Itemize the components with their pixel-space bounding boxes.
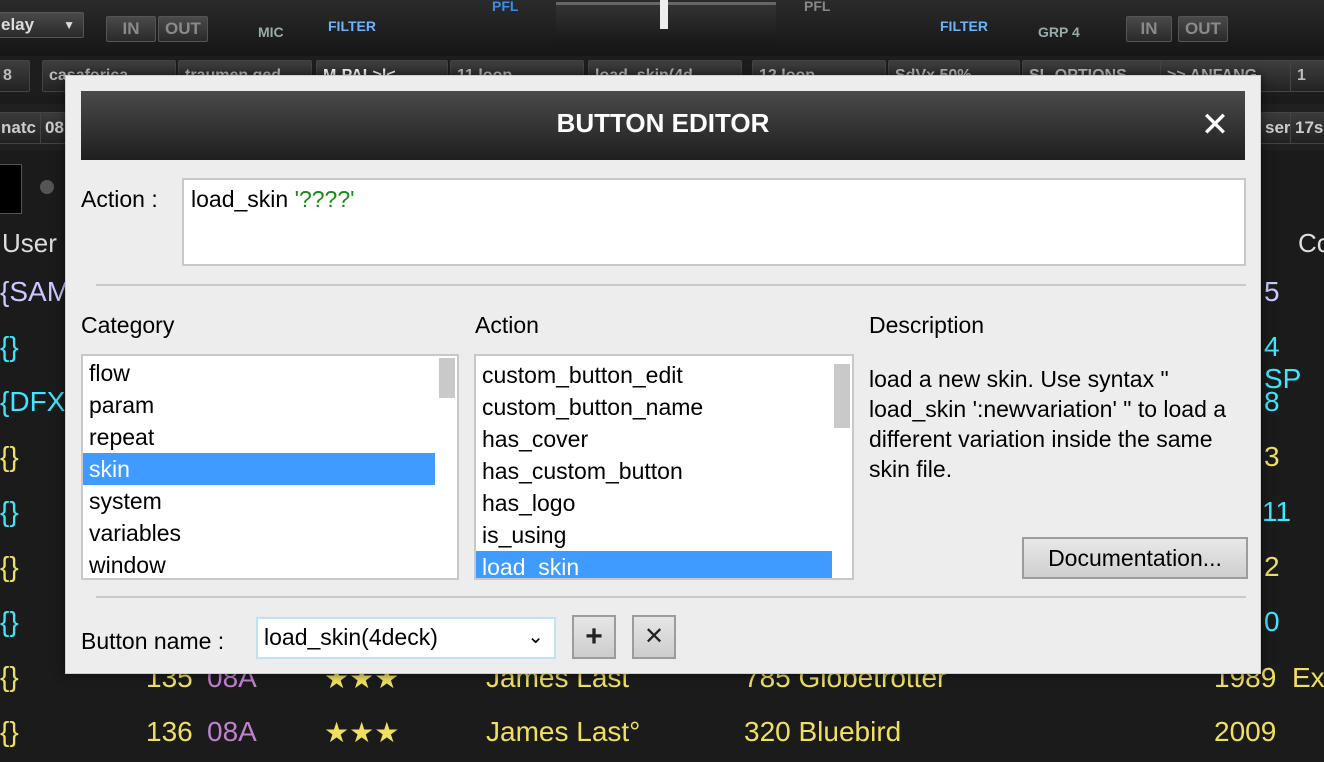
search-box[interactable] [0, 164, 22, 214]
action-scrollbar[interactable] [834, 364, 850, 428]
category-item-skin[interactable]: skin [83, 453, 435, 485]
pfl-right-button[interactable]: PFL [804, 0, 830, 14]
dialog-titlebar[interactable]: BUTTON EDITOR ✕ [81, 91, 1245, 160]
category-item-repeat[interactable]: repeat [83, 421, 457, 453]
track-rating: ★★★ [324, 717, 400, 748]
category-item-flow[interactable]: flow [83, 357, 457, 389]
out-right-button[interactable]: OUT [1178, 16, 1228, 42]
in-left-button[interactable]: IN [106, 16, 156, 42]
small-button[interactable]: 17s [1290, 112, 1324, 144]
button-name-select[interactable]: load_skin(4deck) ⌄ [256, 617, 556, 659]
delete-button[interactable]: ✕ [632, 615, 676, 659]
dialog-title: BUTTON EDITOR [556, 108, 770, 138]
list-item: {} [0, 496, 19, 527]
action-item[interactable]: has_custom_button [476, 455, 852, 487]
chevron-down-icon: ⌄ [527, 626, 544, 648]
documentation-button[interactable]: Documentation... [1022, 537, 1248, 579]
category-list[interactable]: flow param repeat skin system variables … [81, 354, 459, 580]
custom-button[interactable]: 1 [1290, 60, 1324, 92]
track-year: 2009 [1214, 716, 1277, 747]
deck-select-label: elay [1, 15, 35, 34]
action-list[interactable]: custom_button_edit custom_button_name ha… [474, 354, 854, 580]
action-list-label: Action [475, 312, 539, 338]
list-item: 2 [1264, 551, 1280, 582]
filter-right-label: FILTER [940, 18, 988, 34]
category-label: Category [81, 312, 175, 338]
action-item[interactable]: has_cover [476, 423, 852, 455]
category-item-param[interactable]: param [83, 389, 457, 421]
action-argument-text: '????' [294, 186, 355, 212]
crossfader[interactable] [556, 0, 776, 41]
list-item: {DFX [0, 386, 66, 417]
list-item: {} [0, 551, 19, 582]
category-item-window[interactable]: window [83, 549, 457, 578]
column-header-user[interactable]: User [2, 228, 57, 259]
add-button[interactable]: + [572, 615, 616, 659]
list-item: 8 [1264, 386, 1280, 417]
list-item: 0 [1264, 606, 1280, 637]
track-number: 136 [146, 716, 193, 747]
button-name-label: Button name : [81, 628, 225, 654]
list-item: 5 [1264, 276, 1280, 307]
description-text: load a new skin. Use syntax " load_skin … [869, 366, 1227, 482]
list-item: {} [0, 441, 19, 472]
action-label: Action : [81, 186, 158, 212]
action-input[interactable]: load_skin '????' [182, 178, 1246, 266]
action-item[interactable]: custom_button_edit [476, 359, 852, 391]
category-item-system[interactable]: system [83, 485, 457, 517]
list-item: {SAM [0, 276, 71, 307]
track-key: 08A [207, 716, 257, 747]
track-extra: Ex [1292, 662, 1324, 693]
description-label: Description [869, 312, 985, 338]
filter-left-label: FILTER [328, 18, 376, 34]
button-editor-dialog: BUTTON EDITOR ✕ Action : load_skin '????… [65, 75, 1261, 674]
divider [96, 284, 1246, 286]
action-item[interactable]: has_logo [476, 487, 852, 519]
category-item-variables[interactable]: variables [83, 517, 457, 549]
radio-dot-icon[interactable] [40, 180, 54, 194]
button-name-value: load_skin(4deck) [264, 624, 438, 650]
list-item: {} [0, 331, 19, 362]
table-row[interactable]: 136 08A ★★★ James Last° 320 Bluebird 200… [0, 708, 1324, 762]
action-item-load-skin[interactable]: load_skin [476, 551, 832, 578]
divider [96, 596, 1246, 598]
pfl-left-button[interactable]: PFL [492, 0, 518, 14]
small-button[interactable]: natc [0, 112, 44, 144]
list-item: {} [0, 606, 19, 637]
in-right-button[interactable]: IN [1126, 16, 1172, 42]
action-command-text: load_skin [191, 186, 295, 212]
close-icon[interactable]: ✕ [1195, 105, 1235, 145]
custom-button[interactable]: 8 [0, 60, 30, 92]
deck-select[interactable]: elay ▼ [0, 12, 84, 38]
mic-label: MIC [258, 24, 284, 40]
list-item: 11 [1262, 496, 1292, 527]
list-item: 3 [1264, 441, 1280, 472]
column-header-right[interactable]: Co [1298, 228, 1324, 259]
action-item[interactable]: custom_button_name [476, 391, 852, 423]
track-artist: James Last° [486, 716, 641, 747]
deck-toolbar: elay ▼ IN OUT MIC FILTER PFL PFL FILTER … [0, 0, 1324, 56]
track-title: 320 Bluebird [744, 716, 902, 747]
crossfader-handle[interactable] [660, 0, 668, 29]
chevron-down-icon: ▼ [63, 18, 75, 32]
category-scrollbar[interactable] [439, 358, 455, 398]
grp-label: GRP 4 [1038, 24, 1080, 40]
action-item[interactable]: is_using [476, 519, 852, 551]
out-left-button[interactable]: OUT [158, 16, 208, 42]
